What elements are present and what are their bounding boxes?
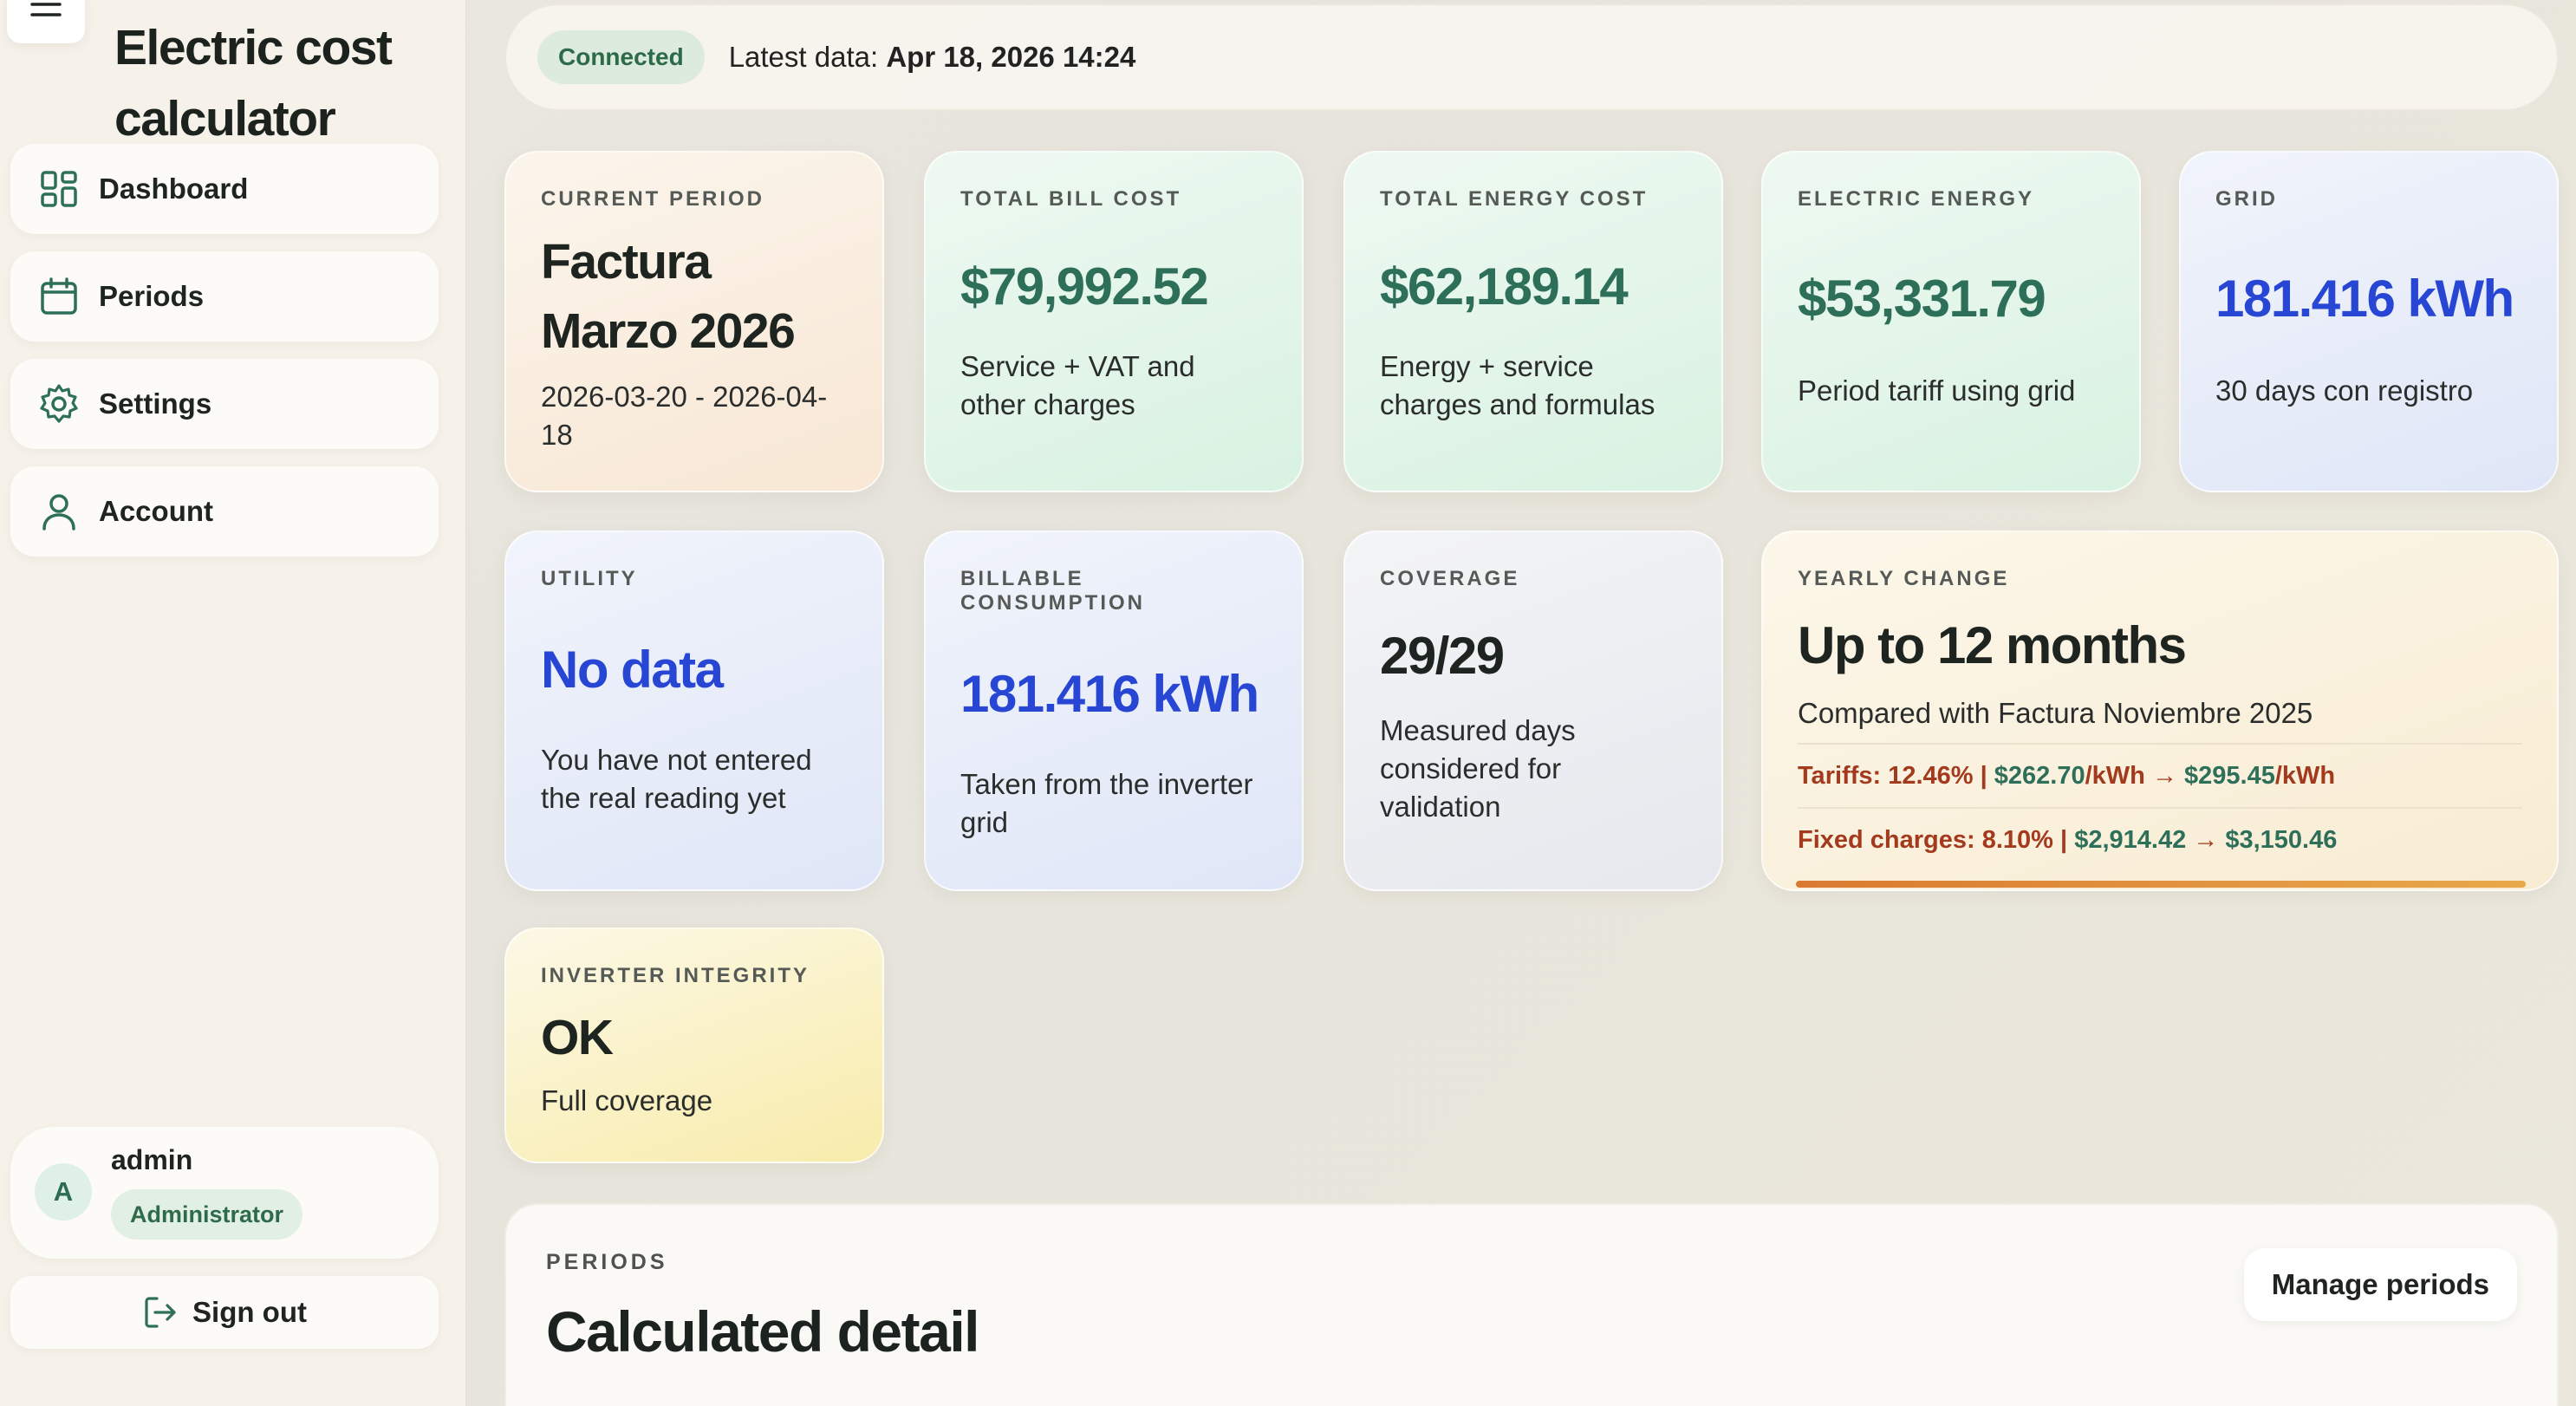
sidebar-item-dashboard[interactable]: Dashboard <box>10 144 439 234</box>
card-label: INVERTER INTEGRITY <box>541 964 810 987</box>
divider <box>1798 743 2522 745</box>
tariffs-percent: Tariffs: 12.46% <box>1798 762 1974 790</box>
sidebar-item-label: Account <box>99 495 213 527</box>
avatar: A <box>35 1163 92 1220</box>
separator: | <box>1973 762 1994 790</box>
card-label: YEARLY CHANGE <box>1798 567 2010 590</box>
sidebar: Electric cost calculator Dashboard Perio… <box>0 0 466 1406</box>
grid-icon <box>41 171 77 207</box>
card-value: 181.416 kWh <box>960 665 1259 723</box>
card-electric-energy: ELECTRIC ENERGY $53,331.79 Period tariff… <box>1761 151 2141 492</box>
fixed-from: $2,914.42 <box>2074 826 2187 854</box>
fixed-to: $3,150.46 <box>2225 826 2338 854</box>
card-yearly-change: YEARLY CHANGE Up to 12 months Compared w… <box>1761 531 2559 891</box>
sidebar-item-label: Settings <box>99 387 212 420</box>
card-sub: Taken from the inverter grid <box>960 768 1253 838</box>
card-label: ELECTRIC ENERGY <box>1798 187 2035 211</box>
card-value: No data <box>541 641 724 699</box>
card-sub: Service + VAT and other charges <box>960 350 1195 420</box>
tariffs-to: $295.45 <box>2184 762 2275 790</box>
card-label: TOTAL ENERGY COST <box>1380 187 1649 211</box>
gear-icon <box>40 384 78 423</box>
card-grid: GRID 181.416 kWh 30 days con registro <box>2179 151 2559 492</box>
card-sub: 30 days con registro <box>2215 374 2474 407</box>
card-value: Up to 12 months <box>1798 616 2187 674</box>
user-name: admin <box>111 1144 193 1175</box>
card-current-period: CURRENT PERIOD Factura Marzo 2026 2026-0… <box>504 151 884 492</box>
card-sub: Compared with Factura Noviembre 2025 <box>1798 697 2313 729</box>
card-value: $79,992.52 <box>960 257 1209 316</box>
card-value: 181.416 kWh <box>2215 270 2514 328</box>
divider <box>1798 807 2522 809</box>
card-value: $62,189.14 <box>1380 257 1629 316</box>
latest-data-prefix: Latest data: <box>728 41 879 73</box>
card-value: OK <box>541 1010 614 1065</box>
card-total-energy: TOTAL ENERGY COST $62,189.14 Energy + se… <box>1343 151 1723 492</box>
card-total-bill: TOTAL BILL COST $79,992.52 Service + VAT… <box>924 151 1304 492</box>
yearly-progress-bar <box>1796 881 2526 888</box>
card-value: $53,331.79 <box>1798 270 2046 328</box>
card-utility: UTILITY No data You have not entered the… <box>504 531 884 891</box>
sidebar-item-account[interactable]: Account <box>10 466 439 557</box>
arrow: → <box>2144 762 2185 790</box>
section-title: Calculated detail <box>546 1299 980 1364</box>
sidebar-item-settings[interactable]: Settings <box>10 359 439 449</box>
card-label: CURRENT PERIOD <box>541 187 765 211</box>
card-sub: Measured days considered for validation <box>1380 714 1576 823</box>
tariffs-change: Tariffs: 12.46% | $262.70/kWh → $295.45/… <box>1798 755 2522 797</box>
card-value: Factura Marzo 2026 <box>541 234 796 359</box>
sign-out-button[interactable]: Sign out <box>10 1276 439 1349</box>
card-sub: Energy + service charges and formulas <box>1380 350 1656 420</box>
menu-toggle-button[interactable] <box>7 0 85 43</box>
card-label: BILLABLE CONSUMPTION <box>960 567 1145 615</box>
status-bar: Connected Latest data: Apr 18, 2026 14:2… <box>504 3 2559 111</box>
hamburger-icon <box>30 3 62 16</box>
arrow: → <box>2186 826 2226 854</box>
section-label: PERIODS <box>546 1250 668 1274</box>
user-icon <box>42 494 75 531</box>
fixed-percent: Fixed charges: 8.10% <box>1798 826 2053 854</box>
latest-data: Latest data: Apr 18, 2026 14:24 <box>729 41 1136 74</box>
manage-periods-button[interactable]: Manage periods <box>2243 1248 2517 1321</box>
connection-status-badge: Connected <box>537 30 705 84</box>
separator: | <box>2052 826 2075 854</box>
card-sub: Full coverage <box>541 1084 713 1116</box>
tariffs-from: $262.70 <box>1994 762 2085 790</box>
sidebar-item-label: Periods <box>99 280 205 312</box>
card-inverter-integrity: INVERTER INTEGRITY OK Full coverage <box>504 928 884 1163</box>
card-sub: You have not entered the real reading ye… <box>541 744 812 814</box>
sidebar-item-label: Dashboard <box>99 172 249 205</box>
latest-data-value: Apr 18, 2026 14:24 <box>886 41 1136 73</box>
card-coverage: COVERAGE 29/29 Measured days considered … <box>1343 531 1723 891</box>
sign-out-label: Sign out <box>192 1296 307 1328</box>
card-label: TOTAL BILL COST <box>960 187 1182 211</box>
card-value: 29/29 <box>1380 627 1505 685</box>
card-sub: 2026-03-20 - 2026-04-18 <box>541 381 828 451</box>
calendar-icon <box>41 277 77 315</box>
card-label: UTILITY <box>541 567 638 590</box>
role-badge: Administrator <box>111 1189 303 1240</box>
card-billable-consumption: BILLABLE CONSUMPTION 181.416 kWh Taken f… <box>924 531 1304 891</box>
card-sub: Period tariff using grid <box>1798 374 2076 407</box>
tariffs-unit: /kWh <box>2274 762 2336 790</box>
periods-panel: PERIODS Calculated detail Manage periods <box>504 1203 2559 1406</box>
tariffs-unit: /kWh <box>2085 762 2145 790</box>
card-label: COVERAGE <box>1380 567 1520 590</box>
card-label: GRID <box>2215 187 2278 211</box>
sign-out-icon <box>145 1297 176 1328</box>
app-title: Electric cost calculator <box>114 20 393 146</box>
sidebar-item-periods[interactable]: Periods <box>10 251 439 342</box>
user-card: A admin Administrator <box>10 1127 439 1259</box>
fixed-charges-change: Fixed charges: 8.10% | $2,914.42 → $3,15… <box>1798 819 2522 861</box>
